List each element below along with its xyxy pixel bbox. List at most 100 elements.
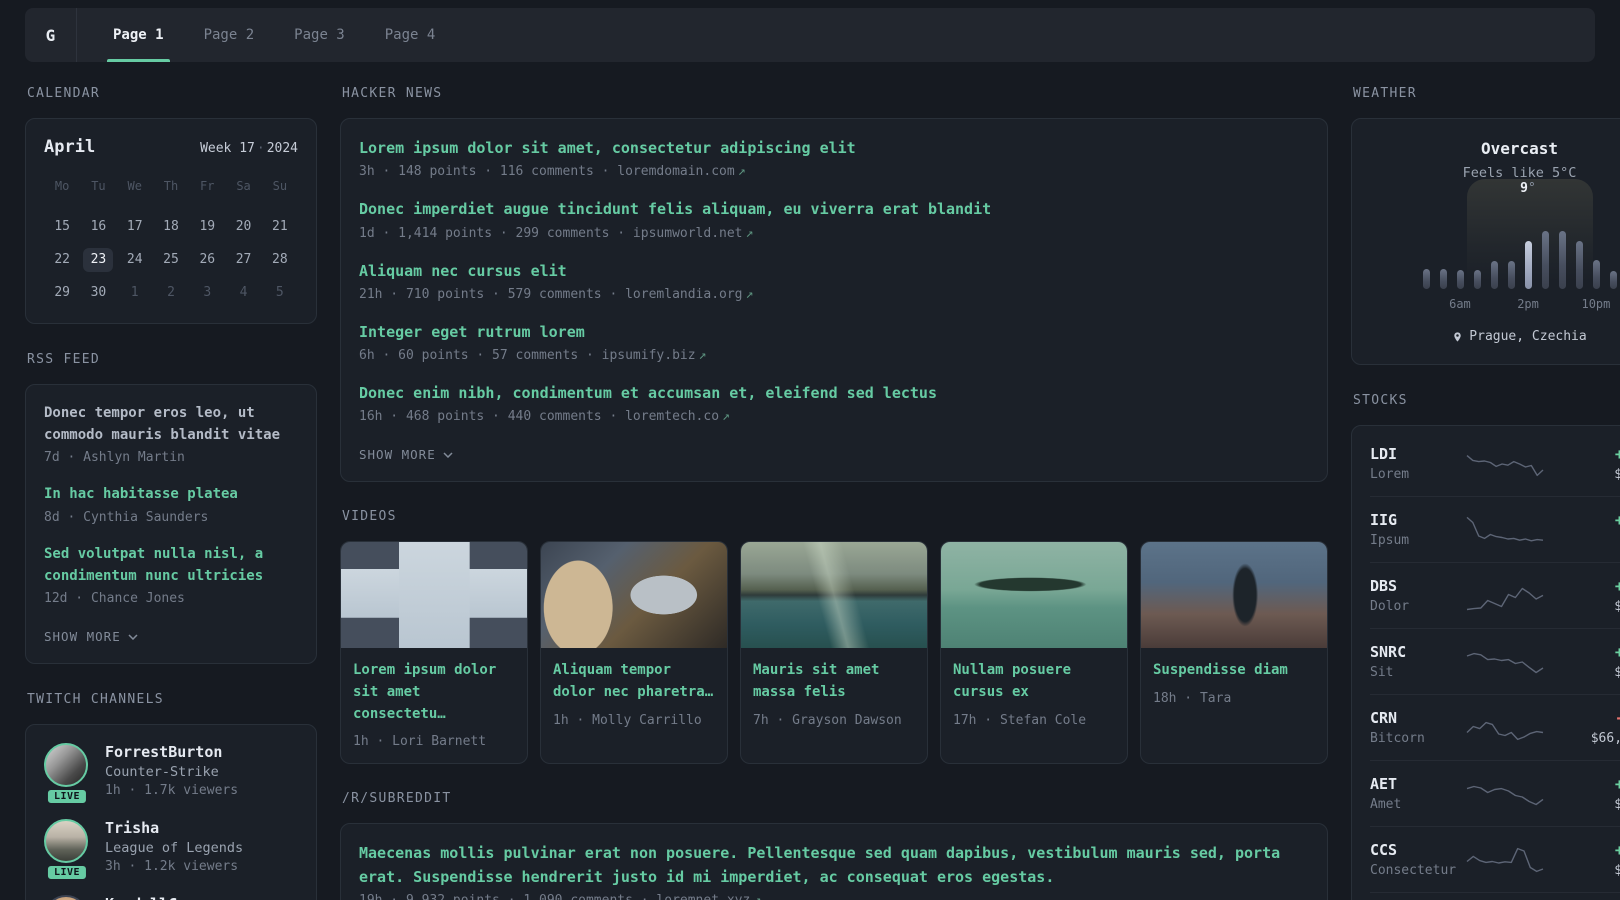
rss-item-meta: 12d · Chance Jones: [44, 591, 185, 607]
stock-row[interactable]: IIG Ipsum +2.84% $42.04: [1370, 496, 1620, 562]
video-title[interactable]: Aliquam tempor dolor nec pharetra…: [553, 660, 715, 703]
external-link-icon: ↗: [745, 225, 754, 241]
stock-change: -1.00%: [1546, 709, 1620, 727]
hacker-news-widget: HACKER NEWS Lorem ipsum dolor sit amet, …: [340, 86, 1328, 483]
weather-bar-fill: [1609, 271, 1617, 289]
channel-meta: 1h · 1.7k viewers: [105, 783, 239, 799]
video-thumbnail: [941, 542, 1127, 649]
stock-row[interactable]: SNRC Sit +1.36% $148.64: [1370, 628, 1620, 694]
calendar-day: 15: [54, 219, 70, 234]
stock-row[interactable]: AET Amet +0.92% $499.72: [1370, 760, 1620, 826]
rss-item-link[interactable]: Donec tempor eros leo, ut commodo mauris…: [44, 403, 298, 446]
twitch-channel-row[interactable]: KendallCarr: [44, 895, 298, 900]
weather-bar-fill: [1575, 241, 1583, 289]
stock-row[interactable]: DBS Dolor +1.42% $156.28: [1370, 562, 1620, 628]
stock-name: Dolor: [1370, 599, 1410, 614]
hn-item-meta: 6h · 60 points · 57 comments · ipsumify.…: [359, 348, 1309, 363]
hn-item-link[interactable]: Donec imperdiet augue tincidunt felis al…: [359, 198, 1309, 221]
subreddit-post-meta: 19h · 9,932 points · 1,090 comments · lo…: [359, 893, 1309, 900]
weather-time-label: 10pm: [1581, 297, 1611, 311]
video-title[interactable]: Nullam posuere cursus ex: [953, 660, 1115, 703]
stock-price: $42.04: [1546, 533, 1620, 548]
avatar: [44, 895, 90, 900]
video-thumbnail: [1141, 542, 1327, 649]
stock-row[interactable]: AHS+0.46%: [1370, 892, 1620, 900]
subreddit-meta-text: 19h · 9,932 points · 1,090 comments · lo…: [359, 893, 750, 900]
subreddit-post: Maecenas mollis pulvinar erat non posuer…: [359, 842, 1309, 900]
hn-item-link[interactable]: Lorem ipsum dolor sit amet, consectetur …: [359, 137, 1309, 160]
calendar-day: 16: [90, 219, 107, 234]
weather-section-title: WEATHER: [1353, 86, 1417, 101]
stock-sparkline: [1466, 842, 1546, 878]
video-title[interactable]: Lorem ipsum dolor sit amet consectetu…: [353, 660, 515, 725]
channel-name[interactable]: ForrestBurton: [105, 743, 238, 761]
stock-row[interactable]: CCS Consectetur +0.51% $165.84: [1370, 826, 1620, 892]
weather-bar-fill: [1439, 269, 1447, 289]
stock-ticker: IIG: [1370, 511, 1398, 529]
hacker-news-card: Lorem ipsum dolor sit amet, consectetur …: [340, 118, 1328, 483]
calendar-week-label: Week 17: [200, 141, 255, 156]
channel-name[interactable]: KendallCarr: [105, 895, 204, 900]
calendar-day: 1: [130, 285, 139, 300]
video-meta: 1h · Lori Barnett: [353, 734, 487, 750]
weather-bar: 9°: [1520, 181, 1536, 289]
calendar-day: 21: [272, 219, 288, 234]
calendar-separator: ·: [256, 141, 265, 156]
twitch-channel-row[interactable]: LIVE Trisha League of Legends 3h · 1.2k …: [44, 819, 298, 882]
channel-avatar: [44, 895, 88, 900]
weather-bar: [1541, 203, 1549, 289]
calendar-day: 27: [235, 252, 252, 267]
hn-item-link[interactable]: Integer eget rutrum lorem: [359, 321, 1309, 344]
twitch-card: LIVE ForrestBurton Counter-Strike 1h · 1…: [25, 724, 317, 900]
stock-sparkline: [1466, 776, 1546, 812]
logo[interactable]: G: [25, 8, 77, 62]
video-card[interactable]: Aliquam tempor dolor nec pharetra… 1h · …: [540, 541, 728, 765]
hn-item: Lorem ipsum dolor sit amet, consectetur …: [359, 137, 1309, 179]
video-title[interactable]: Mauris sit amet massa felis: [753, 660, 915, 703]
stock-name: Ipsum: [1370, 533, 1410, 548]
channel-name[interactable]: Trisha: [105, 819, 243, 837]
avatar: LIVE: [44, 743, 90, 806]
twitch-channel-row[interactable]: LIVE ForrestBurton Counter-Strike 1h · 1…: [44, 743, 298, 806]
stock-name: Sit: [1370, 665, 1394, 680]
stock-change: +2.84%: [1614, 511, 1620, 529]
stock-row[interactable]: LDI Lorem +4.35% $795.18: [1370, 431, 1620, 496]
hn-show-more-button[interactable]: SHOW MORE: [359, 447, 453, 462]
stock-ticker: SNRC: [1370, 643, 1407, 661]
channel-avatar: [44, 819, 88, 864]
calendar-weekday: We: [127, 179, 142, 193]
hn-item-link[interactable]: Donec enim nibh, condimentum et accumsan…: [359, 382, 1309, 405]
tab-page-4[interactable]: Page 4: [365, 8, 456, 62]
tab-page-3[interactable]: Page 3: [274, 8, 365, 62]
rss-item-meta: 8d · Cynthia Saunders: [44, 510, 209, 526]
tab-page-1[interactable]: Page 1: [93, 8, 184, 62]
external-link-icon: ↗: [745, 286, 754, 302]
video-title[interactable]: Suspendisse diam: [1153, 660, 1315, 682]
weather-bar: [1490, 203, 1498, 289]
hn-item-meta: 21h · 710 points · 579 comments · loreml…: [359, 287, 1309, 302]
rss-show-more-button[interactable]: SHOW MORE: [44, 629, 138, 644]
video-card[interactable]: Nullam posuere cursus ex 17h · Stefan Co…: [940, 541, 1128, 765]
stock-ticker: CCS: [1370, 841, 1398, 859]
weather-bar: [1558, 203, 1566, 289]
video-thumbnail: [341, 542, 527, 649]
video-card[interactable]: Suspendisse diam 18h · Tara: [1140, 541, 1328, 765]
rss-item: Donec tempor eros leo, ut commodo mauris…: [44, 403, 298, 465]
rss-item: In hac habitasse platea 8d · Cynthia Sau…: [44, 484, 298, 525]
subreddit-post-link[interactable]: Maecenas mollis pulvinar erat non posuer…: [359, 842, 1309, 889]
stock-change: +0.92%: [1614, 775, 1620, 793]
middle-column: HACKER NEWS Lorem ipsum dolor sit amet, …: [340, 86, 1328, 900]
video-card[interactable]: Mauris sit amet massa felis 7h · Grayson…: [740, 541, 928, 765]
video-card[interactable]: Lorem ipsum dolor sit amet consectetu… 1…: [340, 541, 528, 765]
tab-page-2[interactable]: Page 2: [184, 8, 275, 62]
hn-section-title: HACKER NEWS: [342, 86, 443, 101]
rss-item-link[interactable]: In hac habitasse platea: [44, 484, 298, 506]
rss-card: Donec tempor eros leo, ut commodo mauris…: [25, 384, 317, 665]
hn-item-link[interactable]: Aliquam nec cursus elit: [359, 260, 1309, 283]
rss-item-link[interactable]: Sed volutpat nulla nisl, a condimentum n…: [44, 544, 298, 587]
weather-bar-fill: [1524, 241, 1532, 289]
stock-change: +4.35%: [1614, 445, 1620, 463]
stock-price: $148.64: [1614, 665, 1620, 680]
stock-row[interactable]: CRN Bitcorn -1.00% $66,171.48: [1370, 694, 1620, 760]
calendar-day: 23: [83, 248, 114, 272]
